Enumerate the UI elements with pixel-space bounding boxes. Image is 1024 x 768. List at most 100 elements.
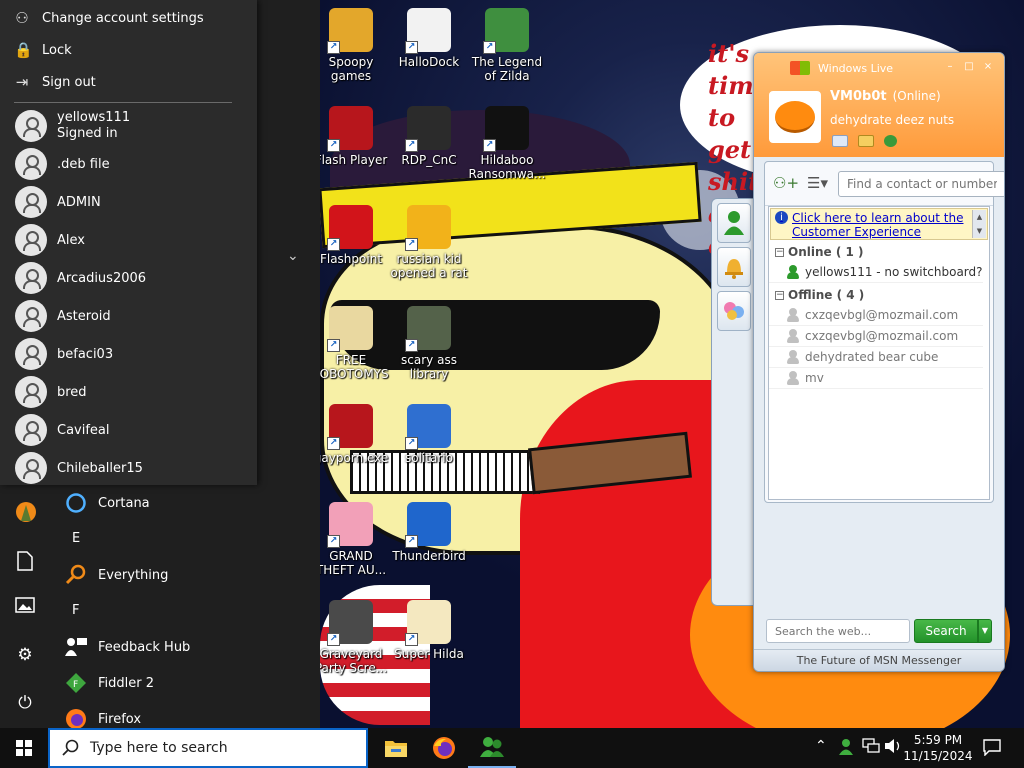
- firefox-icon[interactable]: [420, 728, 468, 768]
- desktop-icon-label: The Legend of Zilda: [471, 55, 543, 83]
- show-hidden-icons-icon[interactable]: ⌃: [815, 738, 827, 754]
- desktop-icon[interactable]: ↗ scary ass library: [388, 306, 470, 381]
- desktop-icon[interactable]: ↗ solitario: [388, 404, 470, 465]
- add-contact-icon[interactable]: ⚇+: [773, 174, 799, 194]
- desktop-icon[interactable]: ↗ HalloDock: [388, 8, 470, 69]
- search-dropdown-icon[interactable]: ▼: [978, 619, 992, 643]
- mail-icon[interactable]: [832, 135, 848, 147]
- customer-experience-banner[interactable]: i Click here to learn about the Customer…: [770, 208, 988, 240]
- msn-display-name[interactable]: VM0b0t (Online): [830, 89, 941, 104]
- user-item[interactable]: .deb file: [0, 145, 257, 183]
- desktop-icon-label: solitario: [405, 451, 453, 465]
- msn-tab-contacts[interactable]: [717, 203, 751, 243]
- msn-messenger-icon[interactable]: [468, 728, 516, 768]
- app-item-label: Firefox: [98, 711, 142, 727]
- msn-personal-message[interactable]: dehydrate deez nuts: [830, 113, 954, 127]
- minimize-button[interactable]: –: [944, 61, 956, 73]
- msn-tab-alerts[interactable]: [717, 247, 751, 287]
- contact-group-header[interactable]: − Offline ( 4 ): [769, 285, 989, 305]
- taskbar-clock[interactable]: 5:59 PM 11/15/2024: [903, 732, 973, 764]
- desktop-icon-label: Flash Player: [314, 153, 388, 167]
- desktop-icon[interactable]: ↗ russian kid opened a rat: [388, 205, 470, 280]
- banner-scroll-icon[interactable]: ▲ ▼: [972, 210, 986, 238]
- offline-buddy-icon: [787, 329, 799, 343]
- desktop-icon[interactable]: ↗ Super Hilda: [388, 600, 470, 661]
- msn-tray-icon[interactable]: [838, 738, 854, 760]
- shortcut-arrow-icon: ↗: [483, 41, 496, 54]
- search-button[interactable]: Search: [914, 619, 978, 643]
- pictures-icon[interactable]: [15, 597, 35, 617]
- contact-group-header[interactable]: − Online ( 1 ): [769, 242, 989, 262]
- current-user[interactable]: yellows111 Signed in: [0, 107, 257, 145]
- user-flyout: ⚇ Change account settings 🔒 Lock ⇥ Sign out y…: [0, 0, 257, 485]
- msn-tab-spaces[interactable]: [717, 291, 751, 331]
- user-name: Asteroid: [57, 308, 111, 324]
- avatar-icon[interactable]: [15, 501, 36, 522]
- windows-live-flag-icon: [790, 61, 810, 75]
- msn-status[interactable]: (Online): [893, 89, 941, 103]
- user-item[interactable]: Chileballer15: [0, 449, 257, 487]
- close-button[interactable]: ×: [982, 61, 994, 73]
- everything-icon: [64, 563, 88, 587]
- app-item-firefox[interactable]: Firefox: [50, 701, 320, 728]
- list-options-icon[interactable]: ☰▾: [807, 174, 828, 194]
- contact-name: mv: [805, 371, 824, 385]
- chevron-down-icon[interactable]: ⌄: [287, 248, 299, 264]
- volume-icon[interactable]: [884, 738, 902, 758]
- file-explorer-icon[interactable]: [372, 728, 420, 768]
- user-item[interactable]: Cavifeal: [0, 411, 257, 449]
- notification-center-icon[interactable]: [983, 738, 1001, 760]
- contact-item[interactable]: dehydrated bear cube: [769, 347, 983, 368]
- find-contact-input[interactable]: [837, 170, 1004, 197]
- user-item[interactable]: befaci03: [0, 335, 257, 373]
- msn-butterfly-icon[interactable]: [884, 135, 897, 147]
- banner-link[interactable]: Click here to learn about the Customer E…: [792, 211, 967, 239]
- desktop-icon[interactable]: ↗ FREE LOBOTOMYS: [310, 306, 392, 381]
- user-item[interactable]: Asteroid: [0, 297, 257, 335]
- app-item-feedback-hub[interactable]: Feedback Hub: [50, 629, 320, 665]
- desktop-icon[interactable]: ↗ Flashpoint: [310, 205, 392, 266]
- desktop-icon[interactable]: ↗ GRAND THEFT AU...: [310, 502, 392, 577]
- taskbar-search-box[interactable]: Type here to search: [48, 728, 368, 768]
- msn-quick-icons: [832, 135, 897, 147]
- maximize-button[interactable]: □: [963, 61, 975, 73]
- desktop-icon[interactable]: ↗ Hildaboo Ransomwa...: [466, 106, 548, 181]
- bell-icon: [725, 259, 743, 279]
- user-avatar-icon: [15, 376, 47, 408]
- user-item[interactable]: Arcadius2006: [0, 259, 257, 297]
- library-icon: ↗: [405, 306, 451, 352]
- network-icon[interactable]: [862, 738, 880, 758]
- app-list-letter-header[interactable]: F: [50, 593, 320, 629]
- start-button[interactable]: [0, 728, 48, 768]
- msn-display-picture[interactable]: [769, 91, 821, 143]
- user-item[interactable]: bred: [0, 373, 257, 411]
- app-item-everything[interactable]: Everything: [50, 557, 320, 593]
- app-item-label: Feedback Hub: [98, 639, 191, 655]
- desktop-icon[interactable]: ↗ Flash Player: [310, 106, 392, 167]
- documents-icon[interactable]: [15, 551, 35, 571]
- user-item[interactable]: Alex: [0, 221, 257, 259]
- user-item[interactable]: ADMIN: [0, 183, 257, 221]
- power-icon[interactable]: ⏻: [15, 693, 35, 713]
- account-action-sign-out[interactable]: ⇥ Sign out: [0, 66, 257, 98]
- contact-item[interactable]: mv: [769, 368, 983, 389]
- app-item-fiddler-2[interactable]: F Fiddler 2: [50, 665, 320, 701]
- desktop-icon[interactable]: ↗ gayporn.exe: [310, 404, 392, 465]
- account-action-lock[interactable]: 🔒 Lock: [0, 34, 257, 66]
- contact-item[interactable]: cxzqevbgl@mozmail.com: [769, 305, 983, 326]
- pumpkin-icon: [775, 101, 815, 133]
- desktop-icon[interactable]: ↗ Thunderbird: [388, 502, 470, 563]
- folder-icon[interactable]: [858, 135, 874, 147]
- app-list-letter-header[interactable]: E: [50, 521, 320, 557]
- desktop-icon[interactable]: ↗ RDP_CnC: [388, 106, 470, 167]
- settings-icon[interactable]: ⚙: [15, 645, 35, 665]
- contact-item[interactable]: yellows111 - no switchboard?: [769, 262, 983, 283]
- desktop-icon[interactable]: ↗ Spoopy games: [310, 8, 392, 83]
- account-action-change-account-settings[interactable]: ⚇ Change account settings: [0, 2, 257, 34]
- app-item-cortana[interactable]: Cortana: [50, 485, 320, 521]
- desktop-icon[interactable]: ↗ Graveyard Party Scre...: [310, 600, 392, 675]
- web-search-input[interactable]: [766, 619, 910, 643]
- desktop-icon[interactable]: ↗ The Legend of Zilda: [466, 8, 548, 83]
- account-action-label: Change account settings: [42, 10, 204, 26]
- contact-item[interactable]: cxzqevbgl@mozmail.com: [769, 326, 983, 347]
